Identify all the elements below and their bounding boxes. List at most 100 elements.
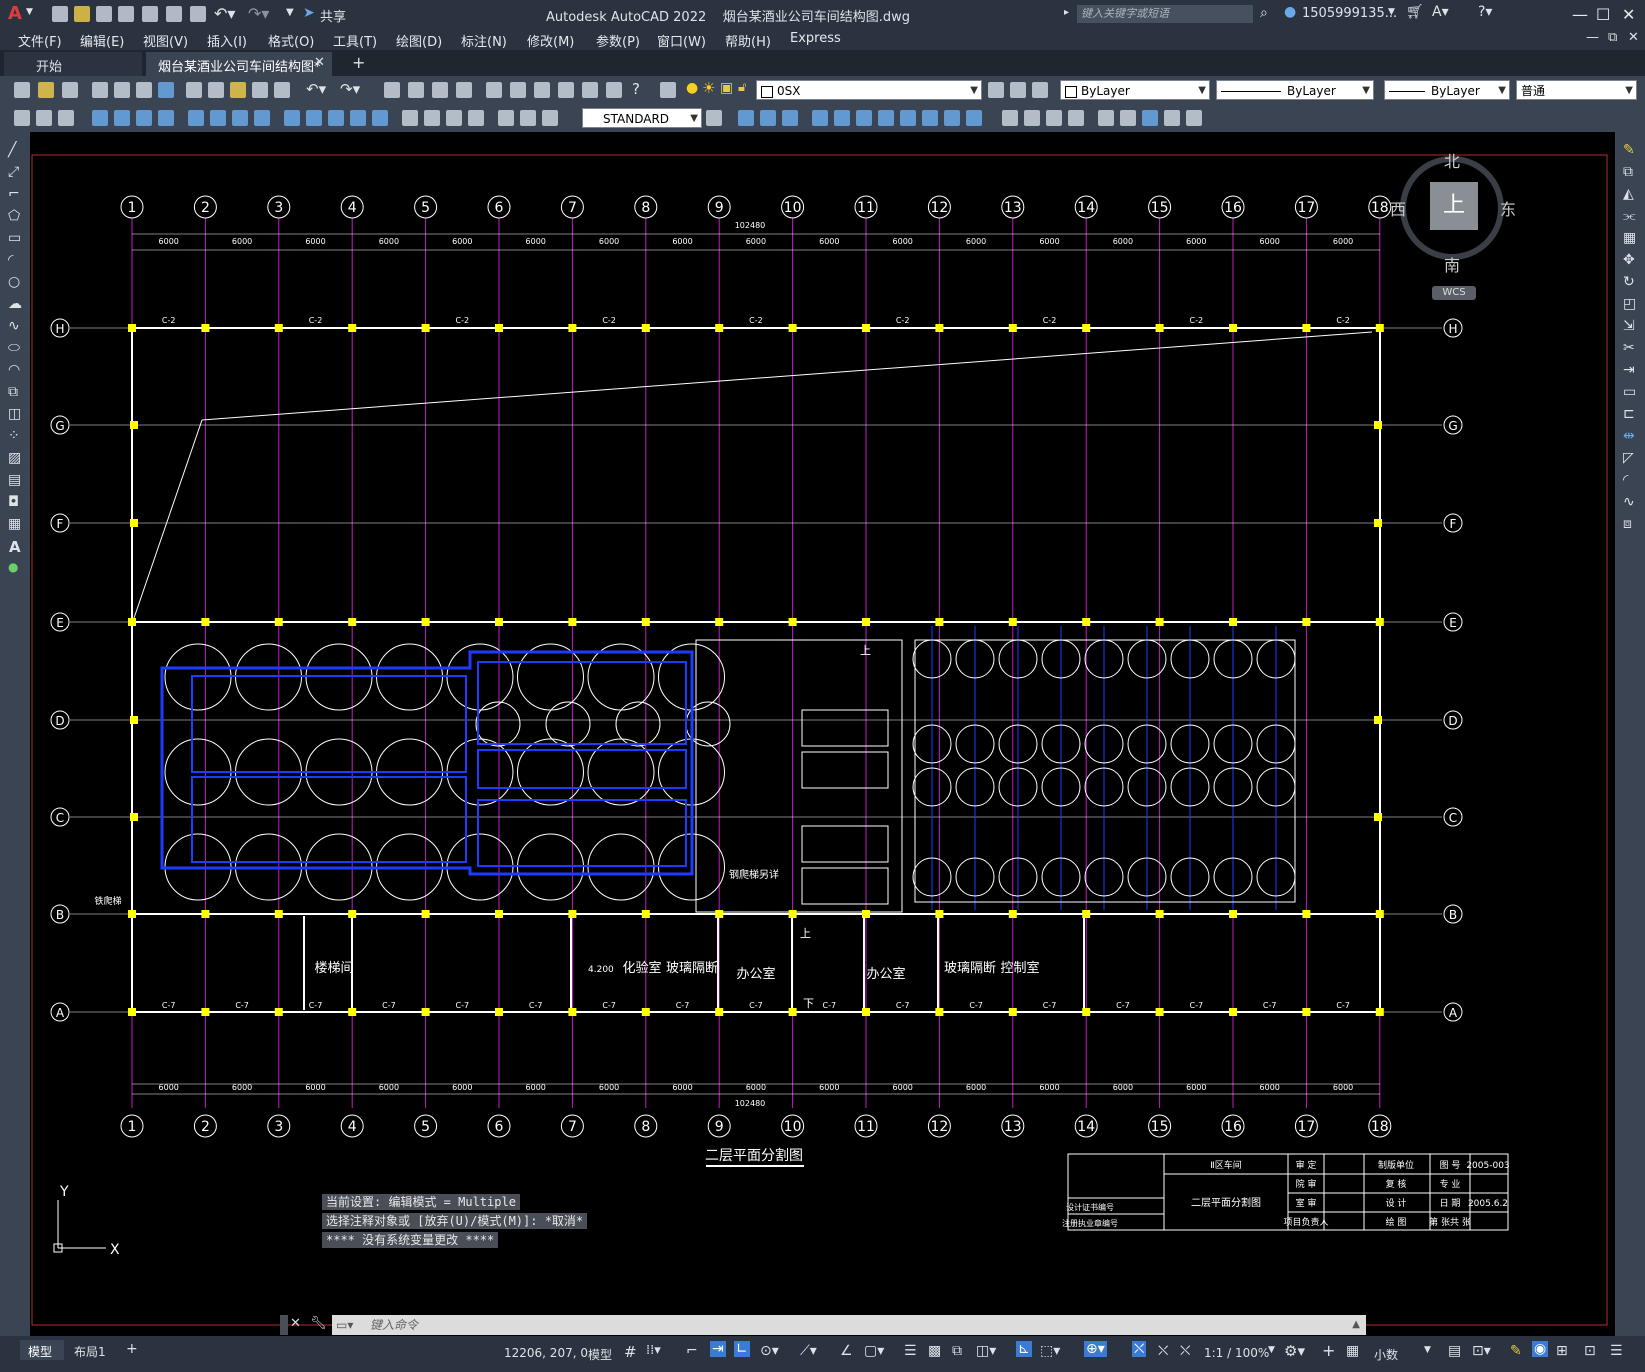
break-at-point-icon[interactable]: ▭	[1623, 384, 1636, 400]
paste-icon[interactable]	[230, 82, 246, 98]
polar-icon[interactable]: ⊙▾	[760, 1343, 779, 1359]
units-icon[interactable]: ▦	[1346, 1343, 1359, 1359]
command-customize-icon[interactable]: 🔧︎	[310, 1316, 327, 1331]
command-line-grip[interactable]	[280, 1315, 288, 1335]
viewcube[interactable]: 上 北 南 西 东 WCS	[1390, 148, 1516, 300]
publish-icon[interactable]	[142, 6, 158, 22]
mod-icon-13[interactable]	[1024, 110, 1040, 126]
layout1-tab[interactable]: 布局1	[74, 1343, 106, 1360]
menu-help[interactable]: 帮助(H)	[725, 31, 771, 50]
new-icon[interactable]	[52, 6, 68, 22]
scale-dropdown-icon[interactable]: ▼	[1268, 1345, 1275, 1355]
hardware-accel-icon[interactable]: ◉	[1532, 1341, 1549, 1357]
match-prop-icon[interactable]	[252, 82, 268, 98]
dim-jogged-icon[interactable]	[210, 110, 226, 126]
dynamic-input-icon[interactable]: ⇥	[710, 1341, 726, 1357]
save-file-icon[interactable]	[62, 82, 78, 98]
dim-text-edit-icon[interactable]	[520, 110, 536, 126]
tab-active-drawing[interactable]: 烟台某酒业公司车间结构图* ✕	[146, 52, 332, 76]
mod-icon-4[interactable]	[812, 110, 828, 126]
mod-icon-8[interactable]	[900, 110, 916, 126]
trim-icon[interactable]: ✂	[1623, 340, 1635, 356]
status-menu-icon[interactable]: ☰	[1610, 1343, 1623, 1359]
user-name[interactable]: 1505999135...	[1302, 6, 1397, 21]
autoscale-icon[interactable]: ⛌	[1158, 1343, 1168, 1359]
command-close-icon[interactable]: ✕	[290, 1316, 301, 1331]
plot-icon[interactable]	[92, 82, 108, 98]
polyline-icon[interactable]: ⌐	[8, 186, 20, 202]
3d-dwf-icon[interactable]	[158, 82, 174, 98]
tb2-icon-2[interactable]	[36, 110, 52, 126]
undo-icon[interactable]: ↶▾	[214, 4, 235, 23]
join-icon[interactable]: ⇹	[1623, 428, 1635, 444]
menu-tools[interactable]: 工具(T)	[333, 31, 377, 50]
menu-insert[interactable]: 插入(I)	[207, 31, 247, 50]
grid-icon[interactable]: #	[624, 1343, 637, 1361]
add-layout-button[interactable]: +	[126, 1341, 138, 1357]
zoom-realtime-icon[interactable]	[408, 82, 424, 98]
viewcube-north[interactable]: 北	[1444, 148, 1460, 172]
app-logo[interactable]: A	[8, 3, 22, 24]
sheet-set-icon[interactable]	[558, 82, 574, 98]
cart-icon[interactable]: 🛒︎	[1406, 4, 1424, 20]
tb2-icon-3[interactable]	[58, 110, 74, 126]
zoom-window-icon[interactable]	[432, 82, 448, 98]
mod-icon-2[interactable]	[760, 110, 776, 126]
mod-icon-16[interactable]	[1098, 110, 1114, 126]
account-icon[interactable]: A▾	[1432, 4, 1449, 20]
gizmo-icon[interactable]: ⬚▾	[1040, 1343, 1060, 1359]
hatch-icon[interactable]: ▨	[8, 450, 21, 466]
plotstyle-dropdown[interactable]: 普通 ▼	[1516, 80, 1637, 100]
close-icon[interactable]: ✕	[1622, 5, 1635, 24]
menu-format[interactable]: 格式(O)	[268, 31, 314, 50]
annotation-monitor-icon[interactable]: ⊕▾	[1084, 1341, 1107, 1357]
workspace-gear-icon[interactable]: ⚙▾	[1284, 1342, 1305, 1360]
layer-dropdown[interactable]: 0SX ▼	[756, 80, 982, 100]
polygon-icon[interactable]: ⬠	[8, 208, 20, 224]
point-icon[interactable]: ⁘	[8, 428, 20, 444]
units-dropdown-icon[interactable]: ▼	[1424, 1345, 1431, 1355]
line-tool-icon[interactable]: ╱	[8, 142, 16, 158]
textstyle-dropdown[interactable]: STANDARD ▼	[582, 108, 702, 128]
stretch-icon[interactable]: ⇲	[1623, 318, 1635, 334]
offset-icon[interactable]: ⫘	[1623, 208, 1636, 224]
scale-icon[interactable]: ◰	[1623, 296, 1636, 312]
layer-viewport-icon[interactable]: ▣	[720, 80, 733, 96]
mod-icon-12[interactable]	[1002, 110, 1018, 126]
search-icon[interactable]: ⌕	[1260, 5, 1268, 21]
menu-express[interactable]: Express	[790, 31, 841, 46]
mod-icon-6[interactable]	[856, 110, 872, 126]
region-icon[interactable]: ◘	[8, 494, 19, 510]
fillet-icon[interactable]: ◜	[1623, 472, 1628, 488]
dim-edit-icon[interactable]	[498, 110, 514, 126]
table-icon[interactable]: ▦	[8, 516, 21, 532]
lock-ui-icon[interactable]: ⊡▾	[1472, 1343, 1491, 1359]
publish-dwf-icon[interactable]	[136, 82, 152, 98]
dim-angular-icon[interactable]	[254, 110, 270, 126]
dim-aligned-icon[interactable]	[114, 110, 130, 126]
search-input[interactable]: 键入关键字或短语	[1077, 5, 1253, 23]
dim-continue-icon[interactable]	[328, 110, 344, 126]
mod-icon-19[interactable]	[1164, 110, 1180, 126]
help-icon[interactable]: ?▾	[1478, 4, 1492, 20]
color-dropdown[interactable]: ByLayer ▼	[1060, 80, 1210, 100]
ucs-toggle-icon[interactable]: ⊾	[1016, 1341, 1032, 1357]
maximize-icon[interactable]: ☐	[1596, 5, 1610, 24]
mod-icon-7[interactable]	[878, 110, 894, 126]
redo-icon[interactable]: ↷▾	[248, 4, 269, 23]
mod-icon-14[interactable]	[1046, 110, 1062, 126]
quickcalc-icon[interactable]	[606, 82, 622, 98]
app-menu-chevron-icon[interactable]: ▼	[26, 7, 33, 17]
dim-ordinate-icon[interactable]	[158, 110, 174, 126]
mod-icon-10[interactable]	[944, 110, 960, 126]
mod-icon-9[interactable]	[922, 110, 938, 126]
make-current-icon[interactable]	[988, 82, 1004, 98]
break-icon[interactable]: ⊏	[1623, 406, 1635, 422]
wcs-button[interactable]: WCS	[1432, 286, 1476, 300]
extend-icon[interactable]: ⇥	[1623, 362, 1635, 378]
mod-icon-11[interactable]	[966, 110, 982, 126]
coordinates-readout[interactable]: 12206, 207, 0	[504, 1346, 588, 1360]
minimize-icon[interactable]: —	[1572, 5, 1588, 24]
menu-dimension[interactable]: 标注(N)	[461, 31, 507, 50]
block-editor-icon[interactable]	[274, 82, 290, 98]
